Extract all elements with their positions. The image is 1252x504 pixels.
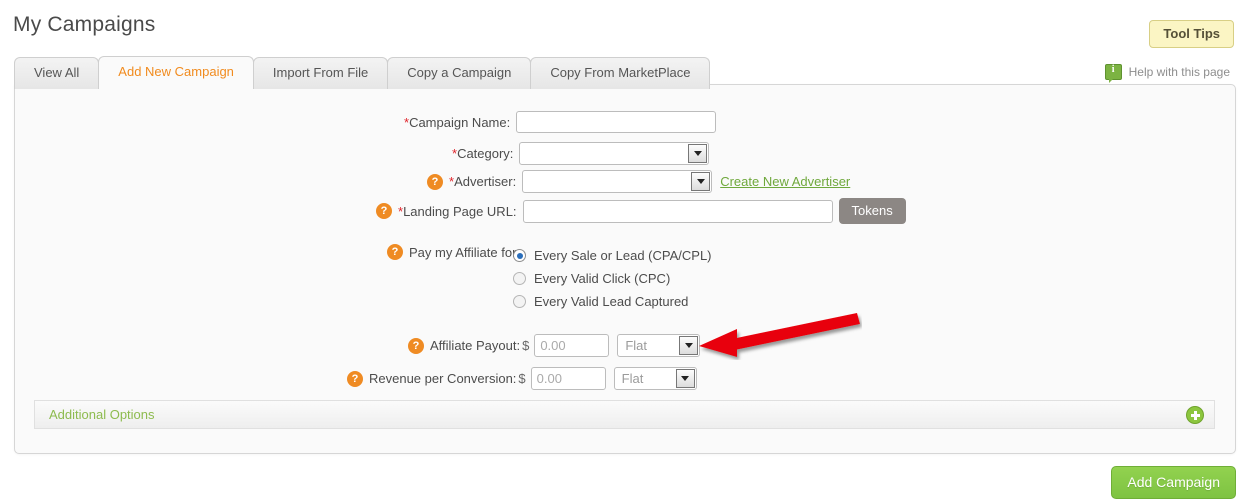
revenue-per-conversion-type-value: Flat: [621, 371, 644, 386]
tab-copy-from-marketplace[interactable]: Copy From MarketPlace: [530, 57, 711, 89]
additional-options-label: Additional Options: [49, 407, 155, 422]
add-campaign-button[interactable]: Add Campaign: [1111, 466, 1236, 499]
info-bubble-icon: i: [1104, 64, 1122, 83]
tab-copy-a-campaign[interactable]: Copy a Campaign: [387, 57, 532, 89]
affiliate-payout-currency: $: [522, 338, 530, 353]
field-row-pay-affiliate: ? Pay my Affiliate for:: [387, 244, 520, 260]
question-mark-icon[interactable]: ?: [376, 203, 392, 219]
revenue-per-conversion-label: Revenue per Conversion:: [369, 371, 517, 386]
tab-import-from-file[interactable]: Import From File: [252, 57, 389, 89]
tokens-button[interactable]: Tokens: [838, 198, 906, 224]
chevron-down-icon[interactable]: [679, 336, 699, 355]
additional-options-bar[interactable]: Additional Options: [34, 400, 1215, 429]
page-title: My Campaigns: [13, 13, 156, 36]
field-row-affiliate-payout: ? Affiliate Payout: $ Flat: [408, 334, 701, 357]
campaign-name-input[interactable]: [516, 111, 717, 133]
tab-bar: View All Add New Campaign Import From Fi…: [14, 56, 711, 89]
radio-label-lead-captured[interactable]: Every Valid Lead Captured: [534, 294, 688, 309]
question-mark-icon[interactable]: ?: [347, 370, 363, 387]
radio-label-cpa-cpl[interactable]: Every Sale or Lead (CPA/CPL): [534, 248, 712, 263]
affiliate-payout-label: Affiliate Payout:: [430, 338, 521, 353]
campaign-name-label: *Campaign Name:: [404, 114, 511, 130]
revenue-per-conversion-type-select[interactable]: Flat: [613, 367, 697, 390]
tab-add-new-campaign[interactable]: Add New Campaign: [98, 56, 254, 89]
landing-page-url-input[interactable]: [522, 199, 833, 223]
field-row-category: *Category:: [452, 142, 710, 165]
revenue-per-conversion-input[interactable]: [530, 367, 606, 390]
field-row-revenue-per-conversion: ? Revenue per Conversion: $ Flat: [347, 367, 697, 390]
pay-affiliate-label: Pay my Affiliate for:: [409, 244, 521, 260]
chevron-down-icon[interactable]: [675, 369, 695, 388]
radio-option-cpa-cpl[interactable]: Every Sale or Lead (CPA/CPL): [513, 244, 712, 267]
radio-button-cpc[interactable]: [513, 272, 526, 285]
chevron-down-icon[interactable]: [688, 144, 708, 163]
tab-view-all[interactable]: View All: [14, 57, 100, 89]
radio-option-lead-captured[interactable]: Every Valid Lead Captured: [513, 290, 712, 313]
question-mark-icon[interactable]: ?: [408, 337, 424, 354]
affiliate-payout-type-select[interactable]: Flat: [617, 334, 701, 357]
field-row-advertiser: ? *Advertiser: Create New Advertiser: [427, 170, 850, 193]
question-mark-icon[interactable]: ?: [387, 244, 403, 260]
tool-tips-button[interactable]: Tool Tips: [1149, 20, 1234, 48]
landing-page-url-label: *Landing Page URL:: [398, 203, 517, 219]
radio-option-cpc[interactable]: Every Valid Click (CPC): [513, 267, 712, 290]
affiliate-payout-type-value: Flat: [625, 338, 647, 353]
field-row-landing-page-url: ? *Landing Page URL: Tokens: [376, 198, 906, 224]
category-select[interactable]: [519, 142, 710, 165]
field-row-campaign-name: *Campaign Name:: [404, 111, 717, 133]
pay-affiliate-radio-group: Every Sale or Lead (CPA/CPL) Every Valid…: [513, 244, 712, 313]
help-link-label: Help with this page: [1128, 65, 1230, 79]
create-new-advertiser-link[interactable]: Create New Advertiser: [720, 174, 850, 189]
advertiser-label: *Advertiser:: [449, 174, 517, 189]
revenue-per-conversion-currency: $: [518, 371, 526, 386]
category-label: *Category:: [452, 146, 514, 161]
question-mark-icon[interactable]: ?: [427, 173, 443, 190]
radio-label-cpc[interactable]: Every Valid Click (CPC): [534, 271, 670, 286]
help-with-this-page-link[interactable]: i Help with this page: [1104, 64, 1230, 83]
radio-button-cpa-cpl[interactable]: [513, 249, 526, 262]
chevron-down-icon[interactable]: [691, 172, 711, 191]
affiliate-payout-input[interactable]: [534, 334, 610, 357]
radio-button-lead-captured[interactable]: [513, 295, 526, 308]
plus-circle-icon[interactable]: [1186, 406, 1204, 424]
advertiser-select[interactable]: [522, 170, 713, 193]
